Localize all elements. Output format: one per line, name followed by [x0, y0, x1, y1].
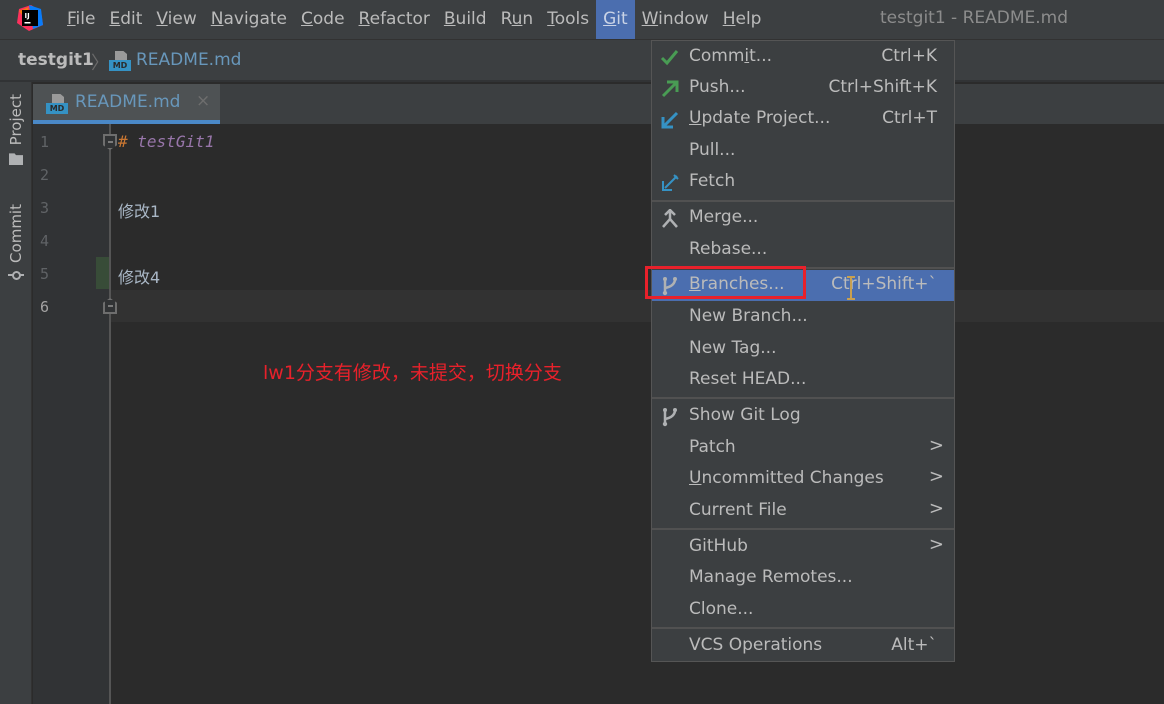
annotation-text: lw1分支有修改，未提交，切换分支 [263, 362, 562, 384]
git-menu-current-file[interactable]: Current File > [652, 496, 954, 527]
merge-icon [662, 209, 678, 228]
menu-separator [652, 528, 954, 530]
commit-tool-label: Commit [7, 204, 25, 263]
close-tab-icon[interactable]: × [196, 91, 210, 111]
svg-text:IJ: IJ [25, 12, 30, 20]
git-menu-patch[interactable]: Patch > [652, 433, 954, 464]
commit-tool-button[interactable]: Commit [0, 204, 32, 281]
menu-git[interactable]: Git [596, 0, 635, 39]
git-dropdown-menu: Commit... Ctrl+K Push... Ctrl+Shift+K Up… [651, 40, 955, 662]
project-tool-button[interactable]: Project [0, 94, 32, 166]
breadcrumb-file[interactable]: README.md [136, 50, 241, 70]
vcs-change-marker[interactable] [96, 257, 109, 289]
commit-icon [8, 269, 24, 281]
breadcrumb-separator-icon: 〉 [91, 53, 109, 74]
git-menu-commit[interactable]: Commit... Ctrl+K [652, 42, 954, 73]
markdown-heading-marker: # [118, 132, 128, 151]
folder-icon [9, 153, 23, 166]
git-menu-new-tag[interactable]: New Tag... [652, 334, 954, 365]
menu-tools[interactable]: Tools [540, 0, 596, 39]
line-number: 1 [40, 133, 50, 151]
editor-tab-readme[interactable]: MD README.md × [33, 84, 220, 124]
shortcut: Ctrl+T [882, 108, 937, 128]
git-menu-manage-remotes[interactable]: Manage Remotes... [652, 563, 954, 594]
menu-run[interactable]: Run [494, 0, 541, 39]
git-menu-reset-head[interactable]: Reset HEAD... [652, 365, 954, 396]
menu-build[interactable]: Build [437, 0, 494, 39]
intellij-logo-icon: IJ [17, 5, 43, 31]
editor-tab-bar: MD README.md × [33, 84, 1164, 124]
menu-help[interactable]: Help [716, 0, 769, 39]
breadcrumb-project[interactable]: testgit1 [18, 50, 94, 70]
menu-code[interactable]: Code [294, 0, 352, 39]
update-arrow-icon [661, 111, 679, 129]
menu-window[interactable]: Window [635, 0, 716, 39]
text-cursor-icon [847, 276, 855, 300]
code-line-1[interactable]: # testGit1 [118, 132, 214, 151]
shortcut: Alt+` [891, 635, 937, 655]
markdown-file-icon: MD [109, 51, 131, 71]
markdown-file-icon: MD [46, 94, 68, 114]
menu-refactor[interactable]: Refactor [352, 0, 437, 39]
code-line-5[interactable]: 修改4 [118, 264, 160, 288]
project-tool-label: Project [7, 94, 25, 146]
tab-label: README.md [75, 92, 181, 112]
main-menubar: IJ File Edit View Navigate Code Refactor Build… [0, 0, 1164, 40]
checkmark-icon [660, 50, 679, 66]
submenu-arrow-icon: > [928, 534, 944, 555]
gutter-divider [109, 124, 111, 704]
current-line-highlight [111, 290, 1164, 322]
git-menu-vcs-operations[interactable]: VCS Operations Alt+` [652, 631, 954, 662]
annotation-highlight-box [645, 266, 806, 299]
git-log-icon [662, 408, 677, 427]
menu-navigate[interactable]: Navigate [204, 0, 294, 39]
line-number-current: 6 [40, 298, 50, 316]
line-number: 5 [40, 265, 50, 283]
left-tool-strip: Project Commit [0, 82, 32, 704]
submenu-arrow-icon: > [928, 498, 944, 519]
line-number: 3 [40, 199, 50, 217]
git-menu-merge[interactable]: Merge... [652, 203, 954, 234]
menu-separator [652, 627, 954, 629]
git-menu-rebase[interactable]: Rebase... [652, 235, 954, 266]
submenu-arrow-icon: > [928, 466, 944, 487]
code-line-3[interactable]: 修改1 [118, 198, 160, 222]
window-title: testgit1 - README.md [880, 8, 1069, 28]
menu-view[interactable]: View [149, 0, 203, 39]
git-menu-update-project[interactable]: Update Project... Ctrl+T [652, 104, 954, 135]
git-menu-push[interactable]: Push... Ctrl+Shift+K [652, 73, 954, 104]
git-menu-show-git-log[interactable]: Show Git Log [652, 401, 954, 432]
line-number: 2 [40, 166, 50, 184]
git-menu-fetch[interactable]: Fetch [652, 167, 954, 198]
git-menu-pull[interactable]: Pull... [652, 136, 954, 167]
menu-separator [652, 200, 954, 202]
fetch-icon [662, 174, 679, 191]
submenu-arrow-icon: > [928, 435, 944, 456]
git-menu-new-branch[interactable]: New Branch... [652, 302, 954, 333]
menu-edit[interactable]: Edit [102, 0, 149, 39]
shortcut: Ctrl+Shift+K [828, 77, 937, 97]
shortcut: Ctrl+K [881, 46, 937, 66]
menu-file[interactable]: File [60, 0, 102, 39]
git-menu-uncommitted-changes[interactable]: Uncommitted Changes > [652, 464, 954, 495]
menu-items: File Edit View Navigate Code Refactor Build Run… [60, 0, 768, 39]
menu-separator [652, 397, 954, 399]
line-number: 4 [40, 232, 50, 250]
git-menu-github[interactable]: GitHub > [652, 532, 954, 563]
push-arrow-icon [661, 80, 679, 98]
navigation-bar: testgit1 〉 MD README.md [0, 40, 1164, 82]
markdown-heading-text: testGit1 [137, 132, 215, 151]
git-menu-clone[interactable]: Clone... [652, 595, 954, 626]
